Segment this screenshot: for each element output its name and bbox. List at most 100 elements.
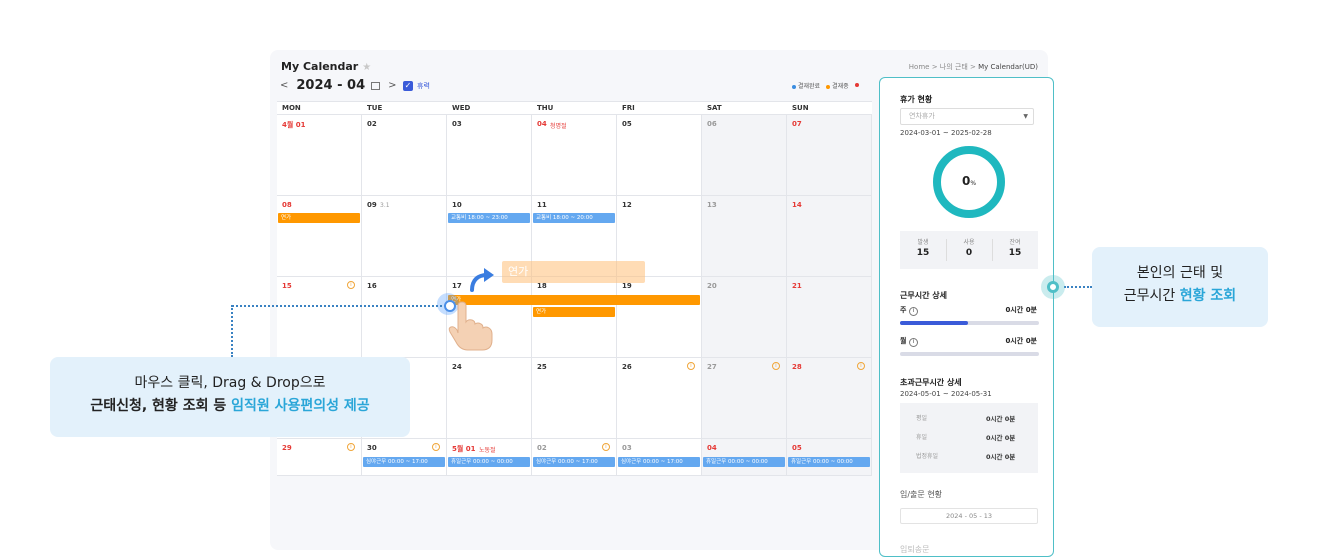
breadcrumb-home[interactable]: Home [909,63,930,71]
calendar-day-cell[interactable]: 29 i [277,439,362,475]
week-hours-value: 0시간 0분 [1005,306,1038,314]
calendar-event[interactable]: 휴일근무 00:00 ~ 00:00 [448,457,530,467]
calendar-event[interactable]: 심야근무 00:00 ~ 17:00 [533,457,615,467]
calendar-event[interactable]: 연가 [533,307,615,317]
calendar-day-cell[interactable]: 06 [702,115,787,195]
weekday-wed: WED [452,104,471,112]
breadcrumb-attendance[interactable]: 나의 근태 [940,63,968,71]
callout-left-line2: 근태신청, 현황 조회 등 임직원 사용편의성 제공 [50,395,410,418]
calendar-day-cell[interactable]: 4월 01 [277,115,362,195]
day-number: 10 [452,201,462,209]
weekday-mon: MON [282,104,301,112]
calendar-event[interactable]: 심야근무 00:00 ~ 17:00 [363,457,445,467]
weekday-thu: THU [537,104,554,112]
calendar-day-cell[interactable]: 02 [362,115,447,195]
leave-type-select[interactable]: 연차휴가 ▼ [900,108,1034,125]
day-number: 30 [367,444,377,452]
breadcrumb-separator: > [970,63,976,71]
calendar-day-cell[interactable]: 28 i [787,358,872,438]
calendar-day-cell[interactable]: 27 i [702,358,787,438]
drag-arrow-icon [470,268,494,292]
month-hours-value: 0시간 0분 [1005,337,1038,345]
calendar-event[interactable]: 교통비 18:00 ~ 23:00 [448,213,530,223]
month-label-text: 월 [900,337,907,345]
info-icon[interactable]: i [347,443,355,451]
overtime-row-label: 평일 [916,415,928,422]
day-number: 02 [367,120,377,128]
calendar-day-cell[interactable]: 16 [362,277,447,357]
calendar-day-cell[interactable]: 26 i [617,358,702,438]
calendar-day-cell[interactable]: 05 [617,115,702,195]
day-number: 29 [282,444,292,452]
callout-right-text: 근무시간 [1123,288,1180,304]
day-number: 07 [792,120,802,128]
calendar-week: 29 i 30 i 5월 01 노동절 02 i 03 04 05 심야근무 00:00 ~ 17:0… [277,439,872,476]
calendar-day-cell[interactable]: 15 i [277,277,362,357]
leave-type-value: 연차휴가 [909,112,935,120]
info-icon[interactable]: i [687,362,695,370]
leave-usage-donut: 0% [927,146,1011,218]
day-number: 04 [537,120,547,128]
day-number: 4월 01 [282,121,306,129]
calendar-event[interactable]: 휴일근무 00:00 ~ 00:00 [703,457,785,467]
calendar-day-cell[interactable]: 25 [532,358,617,438]
calendar-day-cell[interactable]: 09 3.1 [362,196,447,276]
holiday-checkbox[interactable]: ✓ 휴력 [403,81,430,91]
calendar-event[interactable]: 연가 [278,213,360,223]
day-number: 27 [707,363,717,371]
day-number: 19 [622,282,632,290]
star-icon[interactable]: ★ [362,62,371,73]
leave-status-title: 휴가 현황 [900,95,933,104]
calendar-event[interactable]: 심야근무 00:00 ~ 17:00 [618,457,700,467]
calendar-day-cell[interactable]: 03 [447,115,532,195]
info-icon[interactable]: i [908,338,918,347]
overtime-row-value: 0시간 0분 [986,434,1016,442]
day-number: 09 [367,201,377,209]
calendar-event[interactable]: 교통비 18:00 ~ 20:00 [533,213,615,223]
info-icon[interactable]: i [602,443,610,451]
info-icon[interactable]: i [347,281,355,289]
calendar-event[interactable]: 휴일근무 00:00 ~ 00:00 [788,457,870,467]
drag-ghost-event[interactable]: 연가 [502,261,645,283]
info-icon[interactable]: i [857,362,865,370]
day-number: 24 [452,363,462,371]
calendar-day-cell[interactable]: 07 [787,115,872,195]
day-number: 02 [537,444,547,452]
connector-line [231,305,233,357]
calendar-day-cell[interactable]: 20 [702,277,787,357]
calendar-day-cell[interactable]: 13 [702,196,787,276]
checkmark-icon[interactable]: ✓ [403,81,413,91]
connector-line [1064,286,1092,288]
overtime-table: 평일 0시간 0분 휴일 0시간 0분 법정휴일 0시간 0분 [900,403,1038,473]
leave-period: 2024-03-01 ~ 2025-02-28 [900,129,992,137]
calendar-icon[interactable] [371,81,381,90]
leave-stats: 발생 15 사용 0 잔여 15 [900,231,1038,269]
page-title-text: My Calendar [281,60,359,73]
week-hours-label: 주 i [900,305,918,316]
info-icon[interactable]: i [908,307,918,316]
info-icon[interactable]: i [772,362,780,370]
calendar-day-cell[interactable]: 14 [787,196,872,276]
day-number: 25 [537,363,547,371]
weekday-header: MON TUE WED THU FRI SAT SUN [277,102,872,115]
calendar-day-cell[interactable]: 18 [532,277,617,357]
calendar-day-cell[interactable]: 08 [277,196,362,276]
page-title: My Calendar ★ [281,60,371,73]
calendar-day-cell[interactable]: 24 [447,358,532,438]
day-number: 05 [622,120,632,128]
weekday-fri: FRI [622,104,635,112]
weekday-sun: SUN [792,104,809,112]
chevron-down-icon[interactable]: ▼ [1023,109,1028,124]
info-icon[interactable]: i [432,443,440,451]
month-hours-label: 월 i [900,336,918,347]
next-month-button[interactable]: > [388,80,396,91]
callout-left-text: 근태신청, 현황 조회 등 [90,398,232,414]
day-number: 28 [792,363,802,371]
calendar-day-cell[interactable]: 21 [787,277,872,357]
pin-marker-icon [1041,275,1065,299]
calendar-day-cell[interactable]: 04 청명절 [532,115,617,195]
calendar-day-cell[interactable]: 19 [617,277,702,357]
prev-month-button[interactable]: < [280,80,288,91]
inout-date-input[interactable]: 2024 - 05 - 13 [900,508,1038,524]
callout-left-line1: 마우스 클릭, Drag & Drop으로 [134,375,326,391]
